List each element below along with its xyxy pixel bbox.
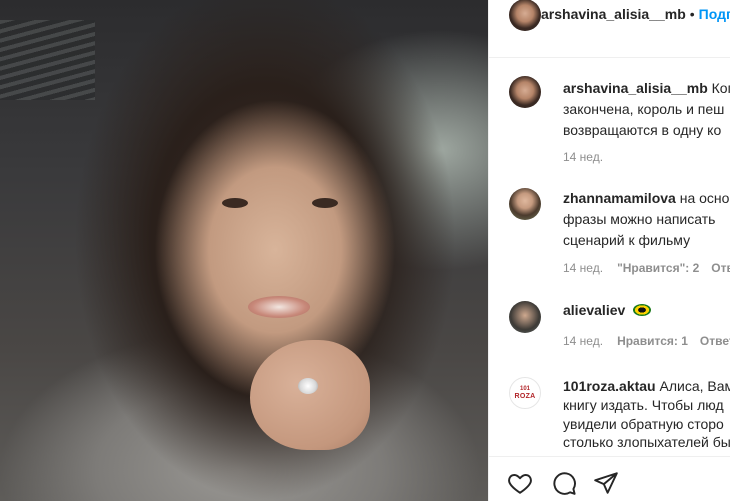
- comment-text: 101roza.aktau Алиса, Вам: [563, 377, 730, 395]
- comment-avatar[interactable]: [509, 188, 541, 220]
- comment-likes[interactable]: "Нравится": 2: [617, 261, 699, 275]
- heart-icon[interactable]: [507, 470, 533, 496]
- comment-meta: 14 нед. Нравится: 1 Ответ: [563, 334, 730, 348]
- share-icon[interactable]: [593, 470, 619, 496]
- comment-line: Алиса, Вам: [659, 378, 730, 394]
- comment-line: фразы можно написать: [563, 211, 716, 227]
- comment-username[interactable]: 101roza.aktau: [563, 378, 656, 394]
- comment-username[interactable]: alievaliev: [563, 302, 625, 318]
- comment-line: закончена, король и пеш: [563, 101, 725, 117]
- comment-text: alievaliev: [563, 301, 730, 319]
- comment-likes[interactable]: Нравится: 1: [617, 334, 688, 348]
- reply-button[interactable]: Отв: [711, 261, 730, 275]
- photo-ring: [298, 378, 318, 394]
- comment-avatar[interactable]: [509, 301, 541, 333]
- comment-line: сценарий к фильму: [563, 232, 691, 248]
- post-photo[interactable]: [0, 0, 488, 501]
- comment-time[interactable]: 14 нед.: [563, 261, 603, 275]
- comment-time[interactable]: 14 нед.: [563, 334, 603, 348]
- comment-line: Когд: [711, 80, 730, 96]
- action-bar: [489, 456, 730, 501]
- comment-meta: 14 нед. "Нравится": 2 Отв: [563, 261, 730, 275]
- follow-button[interactable]: Подп: [699, 6, 730, 22]
- comment-icon[interactable]: [551, 470, 577, 496]
- header-username[interactable]: arshavina_alisia__mb: [541, 6, 686, 22]
- comment-username[interactable]: arshavina_alisia__mb: [563, 80, 708, 96]
- comment-text: zhannamamilova на осно: [563, 189, 730, 207]
- header-separator: •: [689, 6, 695, 22]
- comment-line: возвращаются в одну ко: [563, 122, 722, 138]
- photo-eye-left: [222, 198, 248, 208]
- reply-button[interactable]: Ответ: [700, 334, 730, 348]
- photo-eye-right: [312, 198, 338, 208]
- comments-panel: arshavina_alisia__mb•Подп arshavina_alis…: [488, 0, 730, 501]
- comment-text: arshavina_alisia__mb Когд: [563, 79, 730, 97]
- photo-hand: [250, 340, 370, 450]
- photo-smile: [248, 296, 310, 318]
- car-window-reflection: [0, 20, 95, 100]
- comment-username[interactable]: zhannamamilova: [563, 190, 676, 206]
- comment-avatar[interactable]: 101 ROZA: [509, 377, 541, 409]
- roza-logo-text: ROZA: [514, 392, 536, 400]
- comment-avatar[interactable]: [509, 76, 541, 108]
- comment-line: столько злопыхателей бы: [563, 434, 730, 450]
- comment-line: книгу издать. Чтобы люд: [563, 397, 724, 413]
- header-avatar[interactable]: [509, 0, 541, 31]
- comment-line: на осно: [679, 190, 730, 206]
- sunglasses-emoji-icon: [633, 304, 652, 316]
- roza-logo-number: 101: [519, 385, 530, 392]
- comment-line: увидели обратную сторо: [563, 416, 724, 432]
- post-header: arshavina_alisia__mb•Подп: [489, 0, 730, 58]
- header-user-line: arshavina_alisia__mb•Подп: [541, 6, 730, 22]
- comment-time[interactable]: 14 нед.: [563, 150, 603, 164]
